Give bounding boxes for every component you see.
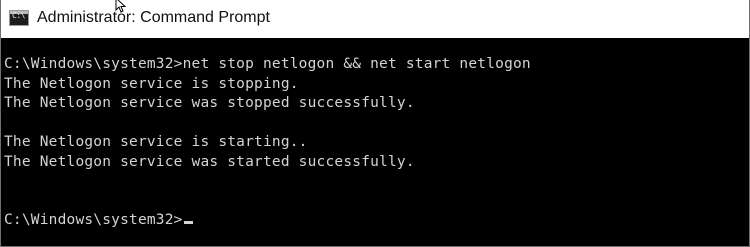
console-lines: C:\Windows\system32>net stop netlogon &&… xyxy=(4,55,531,231)
command-prompt-window: C:\ Administrator: Command Prompt C:\Win… xyxy=(0,0,750,247)
window-titlebar[interactable]: C:\ Administrator: Command Prompt xyxy=(1,0,749,38)
icon-label: C:\ xyxy=(12,11,25,20)
console-prompt-line[interactable]: C:\Windows\system32> xyxy=(4,211,531,231)
console-output-area[interactable]: C:\Windows\system32>net stop netlogon &&… xyxy=(1,38,749,246)
console-prompt: C:\Windows\system32> xyxy=(4,212,183,228)
cmd-console-icon[interactable]: C:\ xyxy=(9,10,29,26)
text-cursor xyxy=(183,221,193,224)
console-line: The Netlogon service is stopping. xyxy=(4,75,299,92)
window-title: Administrator: Command Prompt xyxy=(37,9,270,26)
console-line: The Netlogon service was started success… xyxy=(4,153,415,170)
console-line: The Netlogon service was stopped success… xyxy=(4,95,415,111)
mouse-pointer-icon xyxy=(115,0,127,13)
console-line: C:\Windows\system32>net stop netlogon &&… xyxy=(4,56,531,72)
console-line: The Netlogon service is starting.. xyxy=(4,134,308,150)
